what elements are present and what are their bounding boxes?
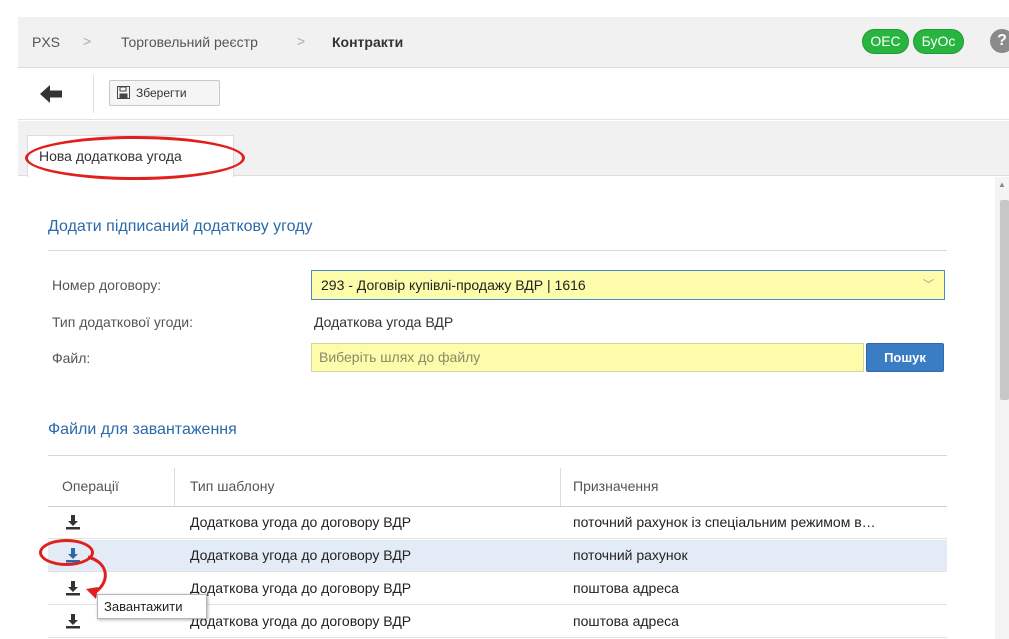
breadcrumb-pxs[interactable]: PXS <box>32 34 60 50</box>
purpose-cell: поштова адреса <box>573 580 679 596</box>
table-row[interactable]: Додаткова угода до договору ВДР поточний… <box>48 507 947 539</box>
contract-number-select[interactable]: 293 - Договір купівлі-продажу ВДР | 1616… <box>311 270 945 300</box>
tab-strip: Нова додаткова угода <box>18 121 1009 177</box>
section-divider <box>48 455 947 456</box>
download-icon[interactable] <box>65 613 81 629</box>
section-divider <box>48 250 947 251</box>
template-type-cell: Додаткова угода до договору ВДР <box>190 613 412 629</box>
column-divider <box>174 468 175 506</box>
breadcrumb-separator: > <box>83 33 92 49</box>
contract-number-value: 293 - Договір купівлі-продажу ВДР | 1616 <box>321 277 586 293</box>
breadcrumb-trade-register[interactable]: Торговельний реєстр <box>121 34 258 50</box>
badge-buos[interactable]: БуОс <box>913 29 964 54</box>
column-header-template-type: Тип шаблону <box>190 478 275 494</box>
download-icon[interactable] <box>65 514 81 530</box>
scroll-up-arrow-icon[interactable]: ▲ <box>998 180 1006 189</box>
tab-new-amendment[interactable]: Нова додаткова угода <box>27 135 234 177</box>
amendment-type-value: Додаткова угода ВДР <box>314 314 454 330</box>
toolbar-divider <box>93 75 94 113</box>
badge-oec[interactable]: OEC <box>862 29 909 54</box>
column-divider <box>560 468 561 506</box>
app-window: PXS > Торговельний реєстр > Контракти OE… <box>0 0 1009 639</box>
purpose-cell: поточний рахунок із спеціальним режимом … <box>573 514 876 530</box>
search-button[interactable]: Пошук <box>866 343 944 372</box>
save-button[interactable]: Зберегти <box>109 80 220 106</box>
save-button-label: Зберегти <box>136 86 187 100</box>
save-icon <box>117 86 130 99</box>
download-tooltip: Завантажити <box>97 594 207 619</box>
table-row-selected[interactable]: Додаткова угода до договору ВДР поточний… <box>48 540 947 572</box>
breadcrumb-separator: > <box>297 33 306 49</box>
file-path-input[interactable]: Виберіть шлях до файлу <box>311 343 864 372</box>
template-type-cell: Додаткова угода до договору ВДР <box>190 514 412 530</box>
contract-number-label: Номер договору: <box>52 277 162 293</box>
back-arrow-icon[interactable] <box>36 79 66 109</box>
scrollbar-thumb[interactable] <box>1000 200 1009 400</box>
template-type-cell: Додаткова угода до договору ВДР <box>190 580 412 596</box>
template-type-cell: Додаткова угода до договору ВДР <box>190 547 412 563</box>
help-icon[interactable]: ? <box>990 29 1009 53</box>
column-header-operations: Операції <box>62 478 119 494</box>
file-label: Файл: <box>52 350 91 366</box>
amendment-type-label: Тип додаткової угоди: <box>52 314 194 330</box>
download-icon[interactable] <box>65 580 81 596</box>
purpose-cell: поточний рахунок <box>573 547 688 563</box>
form-section-title: Додати підписаний додаткову угоду <box>48 218 313 235</box>
purpose-cell: поштова адреса <box>573 613 679 629</box>
header-bar: PXS > Торговельний реєстр > Контракти OE… <box>18 17 1009 68</box>
chevron-down-icon: ﹀ <box>923 279 934 291</box>
files-section-title: Файли для завантаження <box>48 421 237 438</box>
toolbar: Зберегти <box>18 69 1009 120</box>
breadcrumb-contracts: Контракти <box>332 34 404 50</box>
download-icon[interactable] <box>65 547 81 563</box>
column-header-purpose: Призначення <box>573 478 659 494</box>
